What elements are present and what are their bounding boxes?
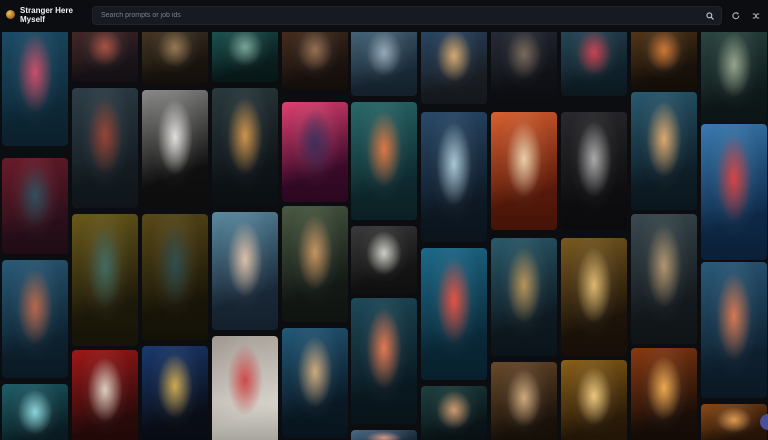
gallery-image-headphone-portrait[interactable] bbox=[212, 212, 278, 330]
gallery-image-orange-tree-top[interactable] bbox=[631, 32, 697, 90]
gallery-image-blue-scarf-top[interactable] bbox=[421, 32, 487, 104]
gallery-image-glowing-figures[interactable] bbox=[2, 384, 68, 440]
refresh-button[interactable] bbox=[728, 8, 744, 24]
gallery-image-red-moon-figure[interactable] bbox=[421, 248, 487, 380]
gallery-image-teal-waterfall-top[interactable] bbox=[212, 32, 278, 82]
gallery-image-golden-curls[interactable] bbox=[561, 238, 627, 356]
gallery-image-floral-hat-woman[interactable] bbox=[701, 262, 767, 398]
gallery-image-dark-bun-top[interactable] bbox=[491, 32, 557, 100]
gallery-image-ornate-face[interactable] bbox=[491, 362, 557, 440]
gallery-image-red-sun-sea[interactable] bbox=[351, 298, 417, 424]
gallery-image-golden-tunnel[interactable] bbox=[561, 360, 627, 440]
gallery-image-cathedral-teal[interactable] bbox=[282, 206, 348, 322]
search-bar bbox=[92, 6, 722, 25]
gallery-image-dark-hood-woman[interactable] bbox=[72, 88, 138, 208]
gallery-image-golden-canyon[interactable] bbox=[72, 214, 138, 346]
gallery-image-red-cap-sunglasses[interactable] bbox=[72, 350, 138, 440]
gallery-image-arched-corridor[interactable] bbox=[351, 226, 417, 294]
gallery-image-red-castle-spires[interactable] bbox=[2, 158, 68, 254]
gallery-image-pink-helmet[interactable] bbox=[282, 102, 348, 202]
gallery-image-skull-mask[interactable] bbox=[561, 112, 627, 230]
gallery-image-curly-hair-top[interactable] bbox=[282, 32, 348, 90]
gallery-image-red-hair-top[interactable] bbox=[72, 32, 138, 82]
image-gallery bbox=[0, 32, 768, 440]
gallery-image-blue-woman-top[interactable] bbox=[351, 32, 417, 96]
top-bar: Stranger Here Myself bbox=[0, 0, 768, 32]
gallery-image-boat-lotus[interactable] bbox=[351, 102, 417, 220]
gallery-image-red-headphone-girl[interactable] bbox=[701, 124, 767, 260]
search-button[interactable] bbox=[701, 7, 719, 25]
shuffle-button[interactable] bbox=[748, 8, 764, 24]
gallery-image-blue-face-woman[interactable] bbox=[282, 328, 348, 438]
avatar[interactable] bbox=[6, 10, 15, 19]
refresh-icon bbox=[732, 12, 740, 20]
brand-title[interactable]: Stranger Here Myself bbox=[20, 6, 84, 24]
gallery-image-misty-forest[interactable] bbox=[631, 214, 697, 344]
gallery-image-orange-bottom[interactable] bbox=[701, 404, 767, 440]
gallery-image-hat-lady-portrait[interactable] bbox=[631, 92, 697, 210]
search-input[interactable] bbox=[93, 7, 701, 24]
gallery-image-blue-hood-woman[interactable] bbox=[2, 260, 68, 378]
gallery-image-steampunk-top[interactable] bbox=[142, 32, 208, 84]
gallery-image-sketch-woman[interactable] bbox=[212, 336, 278, 440]
gallery-image-perfume-bottle[interactable] bbox=[142, 346, 208, 440]
gallery-image-teal-red-top[interactable] bbox=[561, 32, 627, 96]
gallery-image-white-armor-woman[interactable] bbox=[142, 90, 208, 208]
shuffle-icon bbox=[752, 13, 760, 19]
gallery-image-teal-woman-portrait[interactable] bbox=[421, 386, 487, 440]
gallery-image-blue-gold-woman[interactable] bbox=[491, 238, 557, 356]
search-icon bbox=[706, 11, 714, 20]
gallery-image-autumn-tree[interactable] bbox=[631, 348, 697, 440]
gallery-image-golden-arches[interactable] bbox=[142, 214, 208, 340]
gallery-image-orange-headdress[interactable] bbox=[491, 112, 557, 230]
gallery-image-flower-hair-woman[interactable] bbox=[351, 430, 417, 440]
gallery-image-wave-tree[interactable] bbox=[701, 32, 767, 126]
gallery-image-city-planet[interactable] bbox=[421, 112, 487, 242]
gallery-image-night-house[interactable] bbox=[212, 88, 278, 208]
gallery-image-neon-sunglasses-woman[interactable] bbox=[2, 32, 68, 146]
